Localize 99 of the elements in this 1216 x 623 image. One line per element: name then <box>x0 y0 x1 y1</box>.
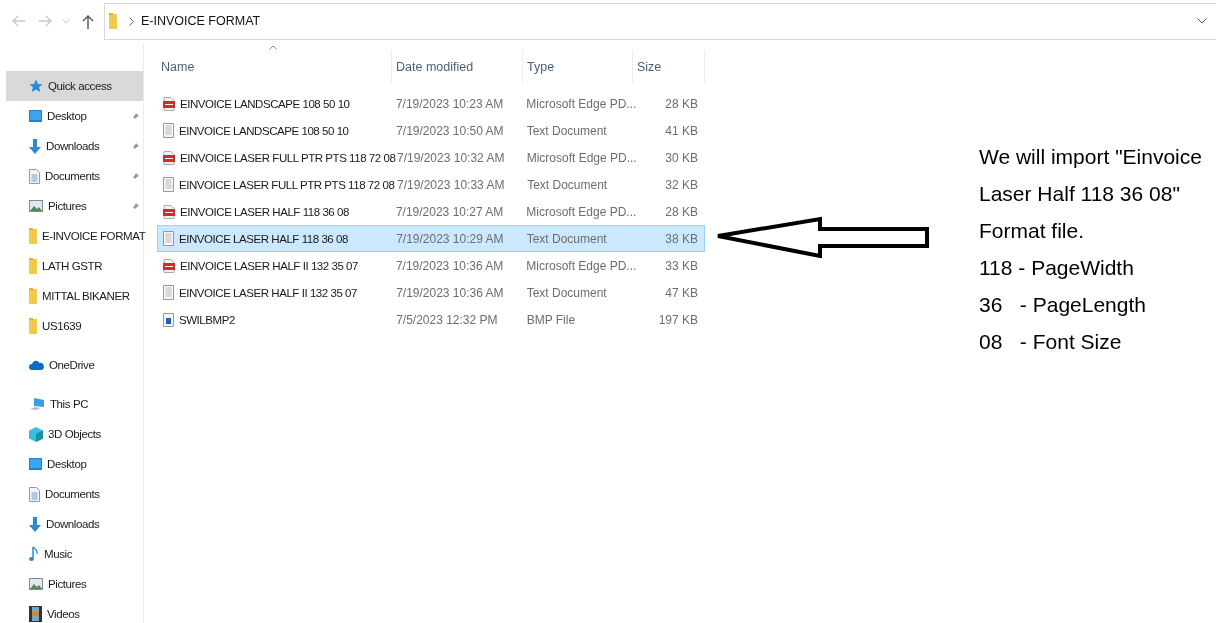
date-cell-text: 7/19/2023 10:33 AM <box>396 177 506 192</box>
file-name: EINVOICE LANDSCAPE 108 50 10 <box>179 124 349 137</box>
picture-icon <box>29 200 43 212</box>
type-cell-text: Text Document <box>526 177 609 192</box>
date-cell-text: 7/19/2023 10:36 AM <box>394 258 505 273</box>
column-header[interactable]: Name <box>157 49 392 84</box>
type-cell-text: BMP File <box>525 312 577 327</box>
file-name: EINVOICE LASER HALF 118 36 08 <box>180 205 349 218</box>
sidebar-item[interactable]: Pictures <box>0 569 143 599</box>
sidebar-item[interactable]: Pictures <box>0 191 143 221</box>
file-row[interactable]: EINVOICE LANDSCAPE 108 50 10 7/19/2023 10:23 AM Microsoft Edge PD... 28 KB <box>157 90 705 117</box>
folder-icon <box>109 13 117 29</box>
folder-icon <box>29 258 37 274</box>
sidebar-item[interactable]: Music <box>0 539 143 569</box>
date-cell-text: 7/19/2023 10:23 AM <box>394 96 505 111</box>
file-row[interactable]: EINVOICE LASER HALF 118 36 08 7/19/2023 10:29 AM Text Document 38 KB <box>157 225 705 252</box>
pdf-file-icon <box>163 258 175 273</box>
address-bar[interactable]: E-INVOICE FORMAT <box>104 2 1216 40</box>
annotation-text: Laser Half 118 36 08" <box>979 181 1181 207</box>
computer-icon <box>29 397 45 411</box>
cloud-icon <box>29 360 44 370</box>
file-row[interactable]: SWILBMP2 7/5/2023 12:32 PM BMP File 197 KB <box>157 306 705 333</box>
cube-icon <box>29 426 43 442</box>
file-name: EINVOICE LANDSCAPE 108 50 10 <box>180 97 350 110</box>
size-cell-text: 32 KB <box>664 177 699 192</box>
size-cell-text: 197 KB <box>657 312 699 327</box>
annotation-text: 36 - PageLength <box>979 292 1147 318</box>
file-name: EINVOICE LASER FULL PTR PTS 118 72 08 <box>179 178 395 191</box>
forward-icon[interactable] <box>38 15 52 27</box>
sidebar-item[interactable]: US1639 <box>0 311 143 341</box>
file-row[interactable]: EINVOICE LASER HALF II 132 35 07 7/19/2023 10:36 AM Text Document 47 KB <box>157 279 705 306</box>
type-cell-text: Text Document <box>525 285 608 300</box>
star-icon <box>29 79 43 93</box>
pdf-file-icon <box>163 150 175 165</box>
sidebar-item[interactable]: Downloads <box>0 509 143 539</box>
annotation-text: Format file. <box>979 218 1086 244</box>
file-name: SWILBMP2 <box>179 313 235 326</box>
type-cell-text: Text Document <box>525 123 608 138</box>
picture-icon <box>29 578 43 590</box>
file-name: EINVOICE LASER HALF 118 36 08 <box>179 232 348 245</box>
folder-icon <box>29 228 37 244</box>
text-file-icon <box>163 285 174 300</box>
file-row[interactable]: EINVOICE LANDSCAPE 108 50 10 7/19/2023 10:50 AM Text Document 41 KB <box>157 117 705 144</box>
chevron-down-icon[interactable] <box>1197 18 1207 24</box>
sidebar-item[interactable]: Documents <box>0 479 143 509</box>
pdf-file-icon <box>163 204 175 219</box>
sort-ascending-icon[interactable] <box>269 45 277 50</box>
folder-icon <box>29 288 37 304</box>
document-icon <box>29 486 40 502</box>
text-file-icon <box>163 177 174 192</box>
sidebar-item[interactable]: This PC <box>6 389 143 419</box>
size-cell-text: 47 KB <box>664 285 699 300</box>
file-name: EINVOICE LASER FULL PTR PTS 118 72 08 <box>180 151 396 164</box>
desktop-icon <box>29 458 42 470</box>
size-cell-text: 41 KB <box>664 123 699 138</box>
sidebar-item[interactable]: Downloads <box>0 131 143 161</box>
column-header[interactable]: Type <box>523 49 633 84</box>
pdf-file-icon <box>163 96 175 111</box>
sidebar-item[interactable]: LATH GSTR <box>0 251 143 281</box>
sidebar-item[interactable]: 3D Objects <box>0 419 143 449</box>
column-header[interactable]: Date modified <box>392 49 523 84</box>
music-note-icon <box>29 546 39 562</box>
film-icon <box>29 606 42 622</box>
sidebar-item[interactable]: Videos <box>0 599 143 623</box>
sidebar-item[interactable]: Desktop <box>0 101 143 131</box>
column-header[interactable]: Size <box>633 49 705 84</box>
text-file-icon <box>163 231 174 246</box>
breadcrumb[interactable]: E-INVOICE FORMAT <box>141 14 261 28</box>
image-file-icon <box>163 312 174 327</box>
date-cell-text: 7/19/2023 10:27 AM <box>394 204 505 219</box>
back-icon[interactable] <box>12 15 26 27</box>
sidebar-item[interactable]: OneDrive <box>6 350 143 380</box>
file-row[interactable]: EINVOICE LASER HALF II 132 35 07 7/19/2023 10:36 AM Microsoft Edge PD... 33 KB <box>157 252 705 279</box>
document-icon <box>29 168 40 184</box>
sidebar-item[interactable]: Documents <box>0 161 143 191</box>
annotation-text: 08 - Font Size <box>979 329 1123 355</box>
annotation-text: We will import "Einvoice <box>979 144 1202 170</box>
text-file-icon <box>163 123 174 138</box>
size-cell-text: 38 KB <box>664 231 699 246</box>
date-cell-text: 7/19/2023 10:50 AM <box>395 123 505 138</box>
folder-icon <box>29 318 37 334</box>
type-cell-text: Text Document <box>525 231 608 246</box>
file-row[interactable]: EINVOICE LASER FULL PTR PTS 118 72 08 7/19/2023 10:33 AM Text Document 32 KB <box>157 171 705 198</box>
chevron-right-icon[interactable] <box>129 16 134 26</box>
up-arrow-icon[interactable] <box>82 13 94 29</box>
file-name: EINVOICE LASER HALF II 132 35 07 <box>179 286 357 299</box>
file-name: EINVOICE LASER HALF II 132 35 07 <box>180 259 358 272</box>
sidebar-item[interactable]: Desktop <box>0 449 143 479</box>
desktop-icon <box>29 110 42 122</box>
date-cell-text: 7/5/2023 12:32 PM <box>395 312 499 327</box>
download-arrow-icon <box>29 516 41 532</box>
sidebar-item[interactable]: MITTAL BIKANER <box>0 281 143 311</box>
download-arrow-icon <box>29 138 41 154</box>
date-cell-text: 7/19/2023 10:36 AM <box>395 285 505 300</box>
sidebar-item[interactable]: Quick access <box>6 71 143 101</box>
annotation-text: 118 - PageWidth <box>979 255 1135 281</box>
file-row[interactable]: EINVOICE LASER HALF 118 36 08 7/19/2023 10:27 AM Microsoft Edge PD... 28 KB <box>157 198 705 225</box>
file-row[interactable]: EINVOICE LASER FULL PTR PTS 118 72 087/19/2023 10:32 AM Microsoft Edge PD... 30 KB <box>157 144 705 171</box>
date-cell-text: 7/19/2023 10:29 AM <box>395 231 505 246</box>
